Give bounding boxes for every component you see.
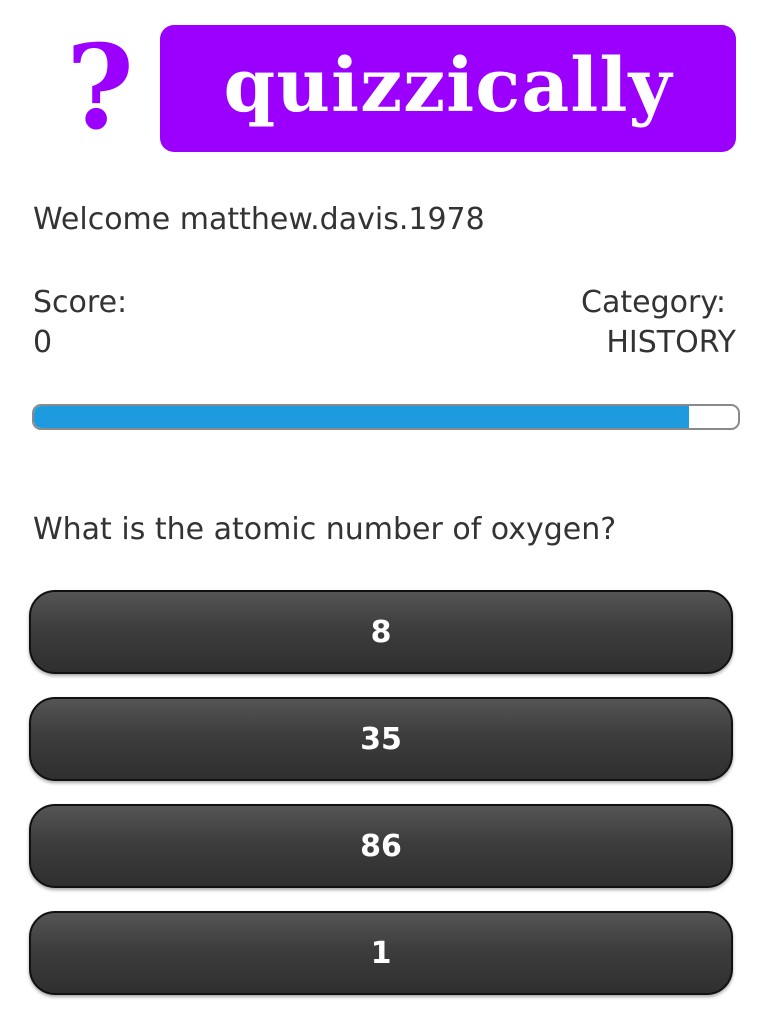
score-label: Score: — [33, 285, 128, 320]
question-text: What is the atomic number of oxygen? — [33, 512, 617, 547]
quiz-progress-bar — [32, 404, 740, 430]
quiz-screen: ? quizzically Welcome matthew.davis.1978… — [0, 0, 768, 1024]
answer-button-1[interactable]: 8 — [29, 590, 733, 674]
answer-button-4[interactable]: 1 — [29, 911, 733, 995]
app-logo: quizzically — [160, 25, 736, 152]
answer-button-2[interactable]: 35 — [29, 697, 733, 781]
answer-list: 8 35 86 1 — [29, 590, 733, 1018]
app-logo-text: quizzically — [223, 42, 673, 129]
score-value: 0 — [33, 325, 53, 360]
category-label: Category: — [581, 285, 726, 320]
quiz-progress-fill — [34, 406, 689, 428]
answer-button-3[interactable]: 86 — [29, 804, 733, 888]
category-value: HISTORY — [606, 325, 736, 360]
welcome-message: Welcome matthew.davis.1978 — [33, 202, 485, 237]
question-mark-icon: ? — [66, 20, 134, 156]
